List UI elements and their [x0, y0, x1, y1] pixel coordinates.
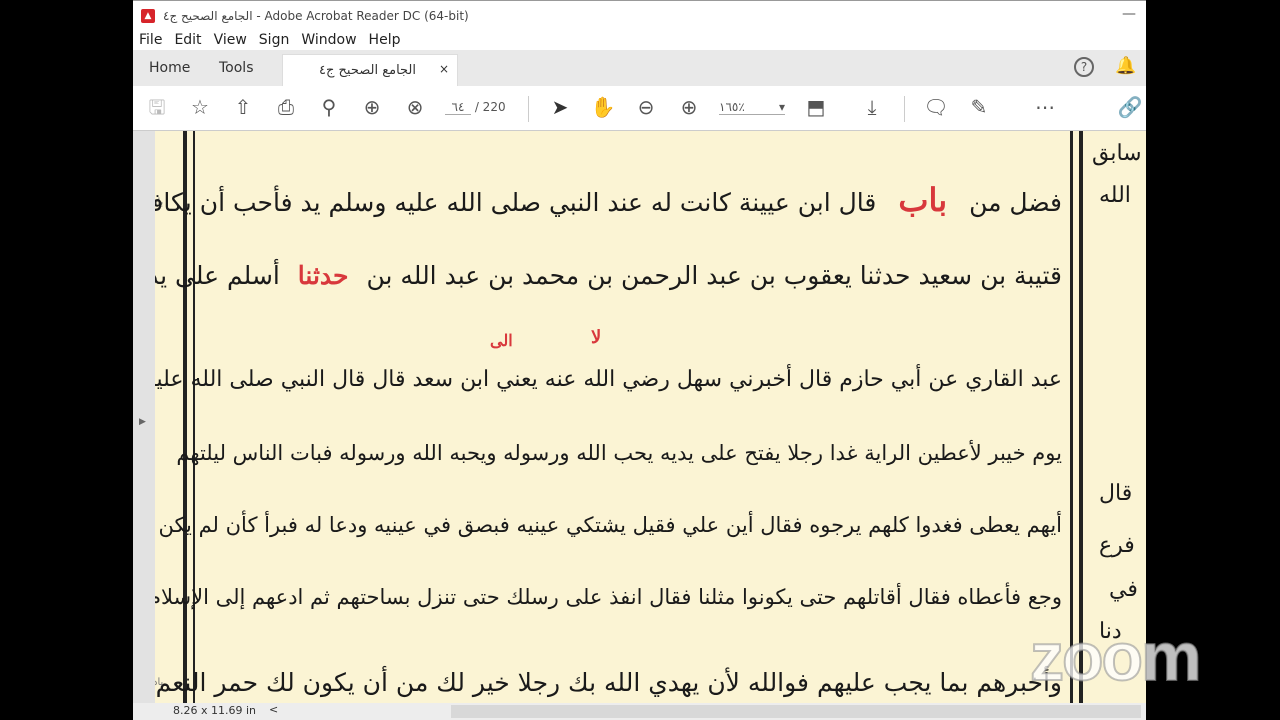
text-line-6: وجع فأعطاه فقال أقاتلهم حتى يكونوا مثلنا…: [155, 585, 1062, 609]
scroll-left-button[interactable]: <: [269, 703, 278, 716]
tab-bar: Home Tools الجامع الصحيح ج٤ × ? 🔔: [133, 50, 1146, 86]
tab-home[interactable]: Home: [149, 60, 190, 76]
text-line-7: وأخبرهم بما يجب عليهم فوالله لأن يهدي ال…: [155, 661, 1062, 699]
pdf-page: باد باد فضل من باب قال ابن عيينة كانت له…: [155, 131, 1146, 703]
document-viewport[interactable]: ▶ باد باد فضل من باب قال ابن عيينة كانت …: [133, 131, 1146, 703]
right-column-text: الله: [1099, 183, 1131, 208]
menu-window[interactable]: Window: [295, 32, 362, 48]
text-segment: قتيبة بن سعيد حدثنا يعقوب بن عبد الرحمن …: [366, 261, 1062, 290]
menu-view[interactable]: View: [208, 32, 253, 48]
toolbar: 🖫 ☆ ⇧ ⎙ ⚲ ⊕ ⊗ ٦٤ / 220 ➤ ✋ ⊖ ⊕ ١٦٥٪ ▾ ⬒ ⤓…: [133, 86, 1146, 131]
zoom-in-icon[interactable]: ⊕: [676, 96, 702, 118]
right-column-text: في: [1109, 577, 1138, 602]
zoom-level-value: ١٦٥٪: [719, 100, 745, 114]
text-line-4: يوم خيبر لأعطين الراية غدا رجلا يفتح على…: [176, 441, 1062, 465]
tab-tools[interactable]: Tools: [219, 60, 254, 76]
zoom-out-icon[interactable]: ⊖: [633, 96, 659, 118]
menu-help[interactable]: Help: [363, 32, 407, 48]
divider: [528, 96, 529, 122]
acrobat-icon: ▲: [141, 8, 155, 23]
close-tab-icon[interactable]: ×: [439, 62, 449, 76]
help-icon[interactable]: ?: [1074, 57, 1094, 77]
tab-document[interactable]: الجامع الصحيح ج٤ ×: [282, 54, 458, 86]
text-line-1: فضل من باب قال ابن عيينة كانت له عند الن…: [155, 181, 1062, 219]
page-navigator: ٦٤ / 220: [445, 100, 506, 115]
text-segment: وأخبرهم بما يجب عليهم فوالله لأن يهدي ال…: [155, 668, 1062, 697]
next-page-icon[interactable]: ⊗: [402, 96, 428, 118]
text-line-3: عبد القاري عن أبي حازم قال أخبرني سهل رض…: [155, 367, 1062, 392]
minimize-button[interactable]: —: [1122, 6, 1136, 22]
left-pane-toggle[interactable]: ▶: [133, 131, 155, 703]
right-column-text: سابق: [1092, 141, 1142, 166]
fit-page-icon[interactable]: ⬒: [803, 96, 829, 118]
acrobat-window: ▲ الجامع الصحيح ج٤ - Adobe Acrobat Reade…: [133, 0, 1146, 720]
save-icon[interactable]: 🖫: [144, 96, 170, 118]
expand-arrow-icon[interactable]: ▶: [139, 417, 146, 427]
text-segment: أسلم على يديه رجل: [155, 261, 280, 290]
menu-bar: File Edit View Sign Window Help: [133, 30, 1146, 50]
print-icon[interactable]: ⎙: [273, 96, 299, 118]
divider: [904, 96, 905, 122]
annotation-la: لا: [591, 327, 602, 348]
annotation-ila: الى: [490, 331, 513, 350]
text-segment: قال ابن عيينة كانت له عند النبي صلى الله…: [155, 188, 877, 217]
page-total: / 220: [474, 100, 506, 114]
menu-sign[interactable]: Sign: [253, 32, 296, 48]
right-column-text: فرع: [1099, 533, 1135, 558]
zoom-watermark-logo: zoom: [1029, 618, 1203, 696]
right-column-text: قال: [1099, 481, 1133, 506]
text-segment: فضل من: [969, 188, 1062, 217]
document-tab-label: الجامع الصحيح ج٤: [319, 63, 417, 78]
window-title: الجامع الصحيح ج٤ - Adobe Acrobat Reader …: [163, 8, 469, 23]
page-size: 8.26 x 11.69 in: [173, 704, 257, 717]
scroll-mode-icon[interactable]: ⤓: [859, 96, 885, 118]
previous-page-icon[interactable]: ⊕: [359, 96, 385, 118]
menu-file[interactable]: File: [133, 32, 168, 48]
horizontal-scrollbar[interactable]: [451, 705, 1141, 718]
notification-bell-icon[interactable]: 🔔: [1115, 56, 1136, 76]
share-link-icon[interactable]: 🔗: [1117, 96, 1143, 118]
title-bar: ▲ الجامع الصحيح ج٤ - Adobe Acrobat Reade…: [133, 0, 1146, 30]
zoom-level-select[interactable]: ١٦٥٪ ▾: [719, 100, 785, 115]
more-options-icon[interactable]: ⋯: [1032, 96, 1058, 118]
text-line-2: قتيبة بن سعيد حدثنا يعقوب بن عبد الرحمن …: [155, 261, 1062, 290]
search-zoom-icon[interactable]: ⚲: [316, 96, 342, 118]
upload-cloud-icon[interactable]: ⇧: [230, 96, 256, 118]
highlight-pen-icon[interactable]: ✎: [966, 96, 992, 118]
status-bar: 8.26 x 11.69 in <: [133, 703, 1146, 720]
select-cursor-icon[interactable]: ➤: [547, 96, 573, 118]
comment-icon[interactable]: 🗨: [923, 96, 949, 118]
chapter-heading-bab: باب: [898, 181, 948, 219]
bookmark-star-icon[interactable]: ☆: [187, 96, 213, 118]
page-number-input[interactable]: ٦٤: [445, 100, 471, 115]
menu-edit[interactable]: Edit: [168, 32, 207, 48]
haddathana-label: حدثنا: [297, 261, 349, 290]
chevron-down-icon: ▾: [778, 100, 785, 114]
hand-tool-icon[interactable]: ✋: [590, 96, 616, 118]
text-line-5: أيهم يعطى فغدوا كلهم يرجوه فقال أين علي …: [155, 513, 1062, 537]
